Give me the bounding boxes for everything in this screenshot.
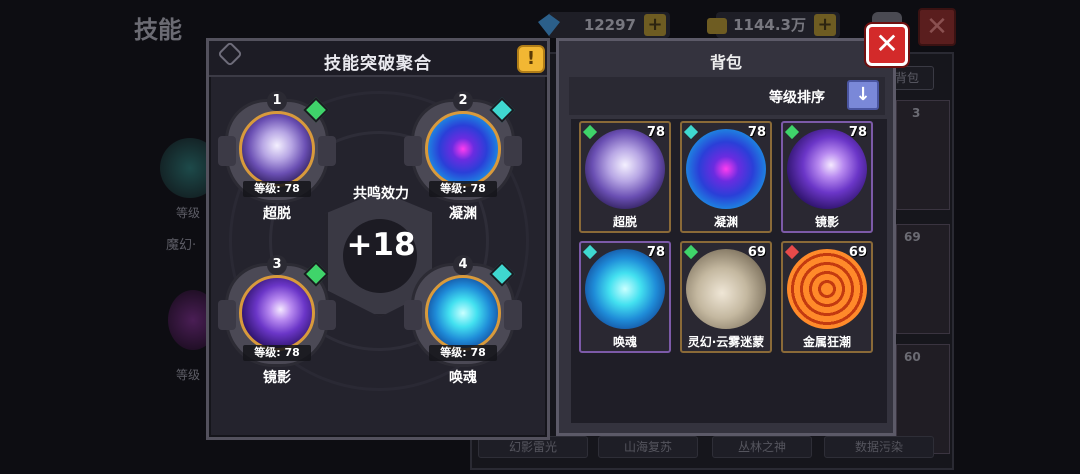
- background-title: 技能: [134, 16, 182, 44]
- backpack-header: 背包: [559, 41, 893, 73]
- slot-number: 2: [453, 91, 473, 111]
- item-name: 镜影: [814, 215, 839, 229]
- inventory-item[interactable]: 69 灵幻·云雾迷蒙: [680, 241, 772, 353]
- soul-skill-icon: [425, 275, 501, 351]
- close-button[interactable]: ✕: [866, 24, 908, 66]
- background-skill-label: 魔幻·: [166, 238, 197, 253]
- void-skill-icon: [686, 129, 766, 209]
- soul-skill-icon: [585, 249, 665, 329]
- slot-level: 等级: 78: [429, 345, 497, 361]
- green-gem-icon: [683, 244, 699, 260]
- red-gem-icon: [784, 244, 800, 260]
- slot-level: 等级: 78: [243, 345, 311, 361]
- add-coin-button[interactable]: +: [814, 14, 836, 36]
- background-level-label: 等级: [176, 368, 201, 382]
- sort-direction-button[interactable]: ↓: [847, 80, 879, 110]
- inventory-item[interactable]: 69 金属狂潮: [781, 241, 873, 353]
- item-level: 69: [848, 245, 867, 260]
- item-level: 69: [747, 245, 766, 260]
- item-level: 78: [646, 125, 665, 140]
- green-gem-icon: [582, 124, 598, 140]
- background-level-number: 69: [904, 230, 921, 244]
- slot-skill-name: 镜影: [263, 370, 291, 386]
- coin-counter: 1144.3万 +: [707, 12, 840, 38]
- item-name: 金属狂潮: [802, 335, 851, 349]
- resonance-label: 共鸣效力: [353, 186, 409, 202]
- background-bottom-tab[interactable]: 数据污染: [824, 436, 934, 458]
- item-level: 78: [747, 125, 766, 140]
- cyan-gem-icon: [683, 124, 699, 140]
- background-bottom-tab[interactable]: 山海复苏: [598, 436, 698, 458]
- skill-slot-3[interactable]: 3 等级: 78 镜影: [218, 255, 336, 386]
- item-name: 超脱: [612, 215, 637, 229]
- skill-breakthrough-panel: 技能突破聚合 ! 1 等级: 78 超脱 2 等级: 78 凝渊 共鸣效力 +1…: [206, 38, 550, 440]
- fog-skill-icon: [686, 249, 766, 329]
- slot-skill-name: 超脱: [263, 206, 291, 222]
- alert-icon[interactable]: !: [517, 45, 545, 73]
- sort-bar: 等级排序 ↓: [569, 77, 885, 115]
- background-bottom-tab[interactable]: 丛林之神: [712, 436, 812, 458]
- background-card: [896, 100, 950, 210]
- background-close-button[interactable]: ✕: [918, 8, 956, 46]
- backpack-title: 背包: [709, 53, 742, 72]
- coin-value: 1144.3万: [733, 16, 806, 34]
- slot-number: 4: [453, 255, 473, 275]
- coin-bag-icon: [707, 18, 727, 34]
- inventory-grid: 78 超脱 78 凝渊 78 镜影 78 唤魂 69 灵幻·云雾迷蒙 69 金属…: [571, 119, 887, 423]
- mirror-skill-icon: [239, 275, 315, 351]
- inventory-item[interactable]: 78 凝渊: [680, 121, 772, 233]
- cyan-gem-icon: [582, 244, 598, 260]
- item-level: 78: [646, 245, 665, 260]
- backpack-panel: 背包 等级排序 ↓ 78 超脱 78 凝渊 78 镜影 78 唤魂 69 灵幻·…: [556, 38, 896, 436]
- metal-skill-icon: [787, 249, 867, 329]
- sort-label[interactable]: 等级排序: [769, 87, 825, 107]
- panel-title: 技能突破聚合: [324, 54, 432, 74]
- panel-header: 技能突破聚合 !: [209, 41, 547, 77]
- void-skill-icon: [425, 111, 501, 187]
- background-level-label: 等级: [176, 206, 201, 220]
- crystal-skill-icon: [585, 129, 665, 209]
- slot-skill-name: 唤魂: [449, 370, 477, 386]
- background-level-number: 60: [904, 350, 921, 364]
- inventory-item[interactable]: 78 超脱: [579, 121, 671, 233]
- mirror-skill-icon: [787, 129, 867, 209]
- crystal-skill-icon: [239, 111, 315, 187]
- item-name: 唤魂: [612, 335, 637, 349]
- green-gem-icon: [784, 124, 800, 140]
- background-level-number: 3: [912, 106, 921, 120]
- item-level: 78: [848, 125, 867, 140]
- add-diamond-button[interactable]: +: [644, 14, 666, 36]
- diamond-value: 12297: [583, 16, 636, 34]
- slot-number: 3: [267, 255, 287, 275]
- item-name: 灵幻·云雾迷蒙: [687, 335, 765, 349]
- inventory-item[interactable]: 78 唤魂: [579, 241, 671, 353]
- slot-number: 1: [267, 91, 287, 111]
- inventory-item[interactable]: 78 镜影: [781, 121, 873, 233]
- item-name: 凝渊: [713, 215, 738, 229]
- diamond-counter: 12297 +: [538, 12, 670, 38]
- diamond-icon: [538, 14, 560, 36]
- skill-slot-4[interactable]: 4 等级: 78 唤魂: [404, 255, 522, 386]
